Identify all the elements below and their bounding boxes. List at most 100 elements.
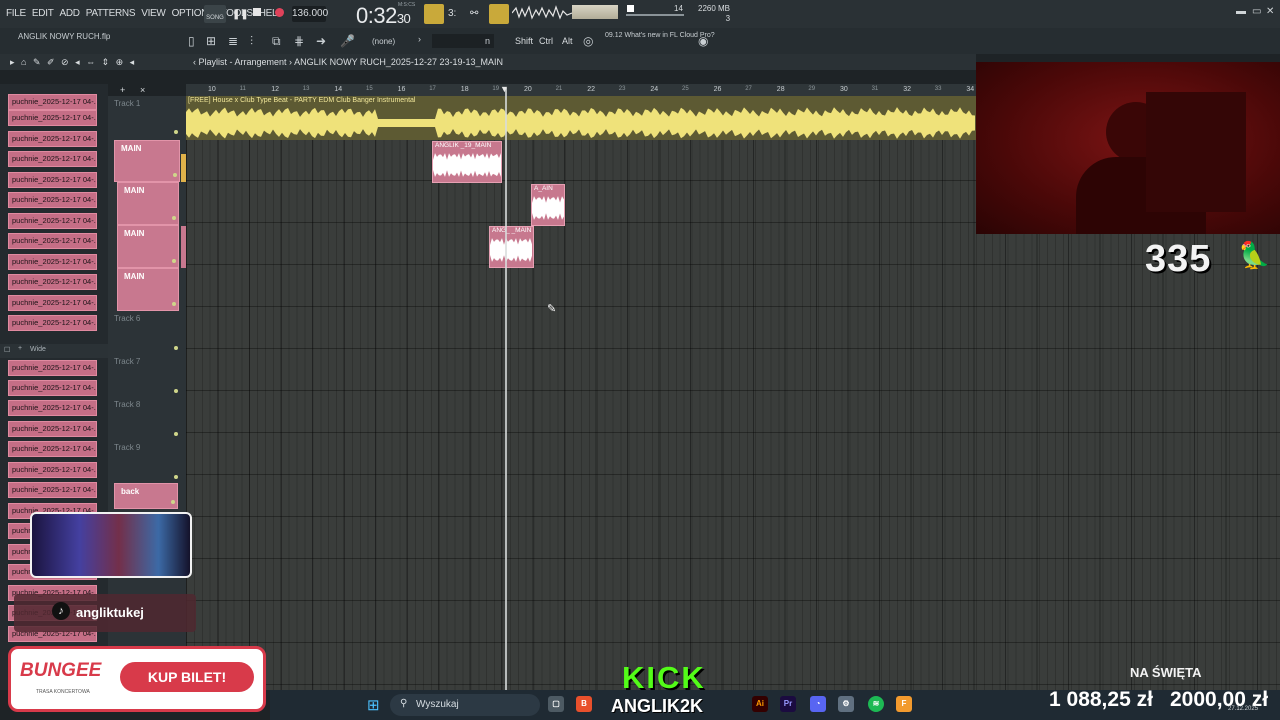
- windows-start-icon[interactable]: ⊞: [367, 696, 380, 714]
- clip-a-ain[interactable]: A_AIN: [531, 184, 565, 226]
- track-header[interactable]: MAIN: [117, 268, 179, 311]
- track-led-icon[interactable]: [174, 130, 178, 134]
- master-volume-slider[interactable]: [626, 14, 684, 16]
- picker-clip-item[interactable]: puchnie_2025-12-17 04-..: [8, 131, 97, 147]
- picker-clip-item[interactable]: puchnie_2025-12-17 04-..: [8, 110, 97, 126]
- minimize-icon[interactable]: ▬: [1236, 6, 1246, 17]
- pause-icon[interactable]: ❚❚: [232, 9, 249, 20]
- channel-rack-icon[interactable]: ⫶: [250, 34, 253, 49]
- track-header[interactable]: MAIN: [117, 182, 179, 225]
- playhead-marker-icon[interactable]: ▼: [500, 84, 509, 94]
- picker-clip-item[interactable]: puchnie_2025-12-17 04-..: [8, 233, 97, 249]
- track-header[interactable]: Track 9: [108, 440, 180, 483]
- picker-clip-item[interactable]: puchnie_2025-12-17 04-..: [8, 295, 97, 311]
- buy-ticket-button[interactable]: KUP BILET!: [120, 662, 254, 692]
- track-header[interactable]: MAIN: [114, 140, 180, 182]
- ctrl-key-button[interactable]: Ctrl: [539, 36, 553, 46]
- track-led-icon[interactable]: [172, 302, 176, 306]
- spotify-icon[interactable]: ≋: [868, 696, 884, 712]
- clip-ang-main[interactable]: ANG_ _MAIN: [489, 226, 534, 268]
- arrow-right-icon[interactable]: ➜: [316, 34, 326, 48]
- fl-studio-icon[interactable]: F: [896, 696, 912, 712]
- shift-key-button[interactable]: Shift: [515, 36, 533, 46]
- track-led-icon[interactable]: [174, 346, 178, 350]
- metronome-icon[interactable]: [489, 4, 509, 24]
- alt-key-button[interactable]: Alt: [562, 36, 573, 46]
- track-led-icon[interactable]: [172, 259, 176, 263]
- plus-icon[interactable]: +: [18, 345, 22, 352]
- picker-clip-item[interactable]: puchnie_2025-12-17 04-..: [8, 192, 97, 208]
- discord-icon[interactable]: ◔: [810, 696, 826, 712]
- menu-file[interactable]: FILE: [6, 8, 26, 19]
- picker-clip-item[interactable]: puchnie_2025-12-17 04-..: [8, 213, 97, 229]
- illustrator-icon[interactable]: Ai: [752, 696, 768, 712]
- picker-clip-item[interactable]: puchnie_2025-12-17 04-..: [8, 151, 97, 167]
- settings-icon[interactable]: ⚙: [838, 696, 854, 712]
- microphone-icon[interactable]: 🎤: [340, 34, 355, 48]
- picker-clip-item[interactable]: puchnie_2025-12-17 04-..: [8, 380, 97, 396]
- stop-icon[interactable]: [253, 8, 261, 16]
- brave-icon[interactable]: B: [576, 696, 592, 712]
- menu-view[interactable]: VIEW: [141, 8, 166, 19]
- arrangement-name[interactable]: ANGLIK NOWY RUCH_2025-12-27 23-19-13_MAI…: [294, 57, 503, 67]
- menu-edit[interactable]: EDIT: [32, 8, 54, 19]
- track-led-icon[interactable]: [173, 173, 177, 177]
- playhead[interactable]: [505, 88, 507, 690]
- track-header[interactable]: MAIN: [117, 225, 179, 268]
- close-icon[interactable]: ✕: [1266, 6, 1274, 17]
- search-icon: ⚲: [400, 698, 408, 709]
- ruler-tick-label: 16: [397, 86, 406, 93]
- track-header[interactable]: Track 1: [108, 96, 180, 138]
- playlist-tools[interactable]: ▸ ⌂ ✎ ✐ ⊘ ◂ ⇔ ⇕ ⊕ ◂: [10, 57, 136, 68]
- typing-keyboard-icon[interactable]: [424, 4, 444, 24]
- news-icon[interactable]: ◎: [583, 34, 593, 48]
- track-header[interactable]: back: [114, 483, 178, 509]
- picker-clip-item[interactable]: puchnie_2025-12-17 04-..: [8, 462, 97, 478]
- track-header[interactable]: Track 7: [108, 354, 180, 397]
- picker-clip-item[interactable]: puchnie_2025-12-17 04-..: [8, 94, 97, 110]
- track-led-icon[interactable]: [174, 389, 178, 393]
- mixer-icon[interactable]: ⧉: [272, 34, 281, 49]
- track-led-icon[interactable]: [174, 432, 178, 436]
- track-label: MAIN: [121, 144, 142, 153]
- picker-clip-item[interactable]: puchnie_2025-12-17 04-..: [8, 254, 97, 270]
- task-view-icon[interactable]: ▢: [548, 696, 564, 712]
- picker-clip-item[interactable]: puchnie_2025-12-17 04-..: [8, 421, 97, 437]
- playlist-icon[interactable]: ⊞: [206, 34, 216, 48]
- track-led-icon[interactable]: [174, 475, 178, 479]
- audio-clip-track1[interactable]: [FREE] House x Club Type Beat - PARTY ED…: [186, 96, 976, 140]
- menu-patterns[interactable]: PATTERNS: [86, 8, 136, 19]
- add-track-icon[interactable]: +: [120, 85, 125, 95]
- picker-clip-item[interactable]: puchnie_2025-12-17 04-..: [8, 172, 97, 188]
- menu-add[interactable]: ADD: [60, 8, 81, 19]
- track-header[interactable]: Track 8: [108, 397, 180, 440]
- track-led-icon[interactable]: [171, 500, 175, 504]
- pattern-selector[interactable]: n: [432, 34, 494, 48]
- restore-icon[interactable]: ▭: [1252, 6, 1261, 17]
- track-led-icon[interactable]: [172, 216, 176, 220]
- premiere-icon[interactable]: Pr: [780, 696, 796, 712]
- step-edit-icon[interactable]: 3:: [448, 8, 456, 19]
- wait-icon[interactable]: ⚯: [470, 8, 478, 19]
- globe-icon[interactable]: ◉: [698, 34, 708, 48]
- snap-select[interactable]: (none): [372, 37, 395, 46]
- record-icon[interactable]: [275, 8, 284, 17]
- picker-clip-item[interactable]: puchnie_2025-12-17 04-..: [8, 360, 97, 376]
- picker-clip-item[interactable]: puchnie_2025-12-17 04-..: [8, 400, 97, 416]
- song-mode-button[interactable]: SONG: [204, 5, 226, 23]
- close-x-icon[interactable]: ×: [140, 85, 145, 95]
- picker-clip-item[interactable]: puchnie_2025-12-17 04-..: [8, 482, 97, 498]
- chevron-right-icon[interactable]: ›: [418, 34, 421, 44]
- menu-icon[interactable]: ☐: [4, 346, 10, 354]
- brush-icon[interactable]: ▯: [188, 34, 195, 48]
- timeline-ruler[interactable]: 10 11 12 13 14 15 16 17 18 19 20 21 22 23 24 25 26 27 28 29…: [186, 84, 976, 96]
- picker-clip-item[interactable]: puchnie_2025-12-17 04-..: [8, 441, 97, 457]
- plugin-icon[interactable]: ⋕: [294, 34, 304, 48]
- piano-roll-icon[interactable]: ≣: [228, 34, 238, 48]
- clip-anglik-main[interactable]: ANGLIK _19_MAIN: [432, 141, 502, 183]
- tempo-display[interactable]: 136.000: [292, 6, 328, 22]
- picker-clip-item[interactable]: puchnie_2025-12-17 04-..: [8, 274, 97, 290]
- picker-clip-item[interactable]: puchnie_2025-12-17 04-..: [8, 315, 97, 331]
- track-header[interactable]: Track 6: [108, 311, 180, 354]
- taskbar-search[interactable]: Wyszukaj: [390, 694, 540, 716]
